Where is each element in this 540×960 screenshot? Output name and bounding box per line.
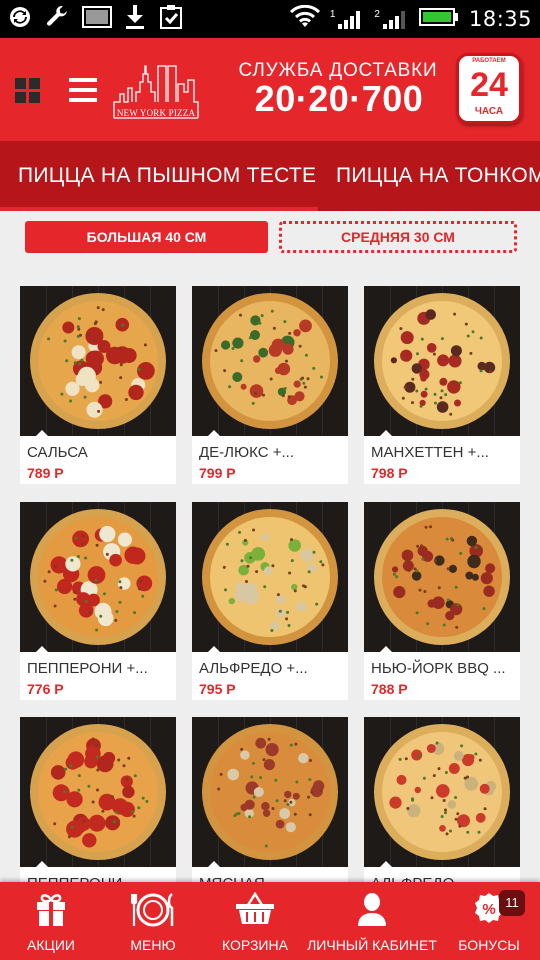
product-name: НЬЮ-ЙОРК BBQ ...	[371, 660, 506, 677]
pizza-photo	[20, 502, 176, 652]
size-large-button[interactable]: БОЛЬШАЯ 40 СМ	[25, 221, 268, 253]
bottom-navigation: АКЦИИ МЕНЮ КОРЗИНА ЛИЧНЫЙ КАБИНЕТ % БОНУ…	[0, 882, 540, 960]
nav-bonuses-label: БОНУСЫ	[458, 937, 520, 953]
clock: 18:35	[468, 7, 532, 31]
card-notch	[208, 646, 220, 652]
battery-icon	[418, 7, 459, 32]
product-card[interactable]: ПЕППЕРОНИ +... 776 Р	[20, 502, 176, 700]
24-hours-badge: РАБОТАЕМ 24 ЧАСА	[456, 53, 522, 124]
size-selector: БОЛЬШАЯ 40 СМ СРЕДНЯЯ 30 СМ	[0, 211, 540, 271]
nav-cart-label: КОРЗИНА	[222, 937, 288, 953]
plate-cutlery-icon	[130, 892, 175, 933]
pizza-photo	[364, 502, 520, 652]
card-notch	[36, 646, 48, 652]
image-icon	[82, 5, 112, 33]
wifi-icon	[289, 4, 320, 34]
product-price: 789 Р	[27, 465, 64, 481]
grid-view-icon[interactable]	[15, 78, 40, 103]
signal-1-icon: 1	[330, 9, 365, 29]
nav-cart[interactable]: КОРЗИНА	[204, 882, 306, 960]
card-notch	[36, 861, 48, 867]
pizza-photo	[364, 717, 520, 867]
product-card[interactable]: ДЕ-ЛЮКС +... 799 Р	[192, 286, 348, 484]
pizza-photo	[192, 717, 348, 867]
product-price: 795 Р	[199, 681, 236, 697]
product-name: АЛЬФРЕДО +...	[199, 660, 308, 677]
card-notch	[380, 430, 392, 436]
badge-number: 24	[470, 66, 508, 104]
product-price: 798 Р	[371, 465, 408, 481]
product-name: ПЕППЕРОНИ +...	[27, 660, 148, 677]
size-medium-button[interactable]: СРЕДНЯЯ 30 СМ	[279, 221, 517, 253]
svg-text:%: %	[482, 901, 495, 918]
tab-fluffy-dough[interactable]: ПИЦЦА НА ПЫШНОМ ТЕСТЕ	[18, 141, 316, 211]
nav-promotions[interactable]: АКЦИИ	[0, 882, 102, 960]
sync-icon	[8, 5, 32, 34]
badge-label: ЧАСА	[474, 106, 504, 117]
badge-top-text: РАБОТАЕМ	[472, 58, 506, 64]
product-price: 799 Р	[199, 465, 236, 481]
app-header: NEW YORK PIZZA СЛУЖБА ДОСТАВКИ 20·20·700…	[0, 38, 540, 141]
product-price: 788 Р	[371, 681, 408, 697]
card-notch	[208, 430, 220, 436]
nav-account[interactable]: ЛИЧНЫЙ КАБИНЕТ	[306, 882, 438, 960]
clipboard-check-icon	[158, 4, 184, 35]
signal-2-label: 2	[374, 9, 380, 20]
product-name: МАНХЕТТЕН +...	[371, 444, 489, 461]
hamburger-menu-icon[interactable]	[69, 78, 97, 102]
product-card[interactable]: МАНХЕТТЕН +... 798 Р	[364, 286, 520, 484]
wrench-icon	[44, 4, 70, 35]
nav-promotions-label: АКЦИИ	[27, 937, 75, 953]
pizza-photo	[192, 286, 348, 436]
product-card[interactable]: НЬЮ-ЙОРК BBQ ... 788 Р	[364, 502, 520, 700]
tab-thin-dough[interactable]: ПИЦЦА НА ТОНКОМ	[336, 141, 540, 211]
product-price: 776 Р	[27, 681, 64, 697]
delivery-phone-number[interactable]: 20·20·700	[234, 78, 444, 120]
gift-icon	[35, 892, 67, 933]
card-notch	[380, 861, 392, 867]
user-icon	[357, 892, 387, 933]
pizza-photo	[20, 286, 176, 436]
pizza-photo	[20, 717, 176, 867]
card-notch	[36, 430, 48, 436]
status-bar: 1 2 18:35	[0, 0, 540, 38]
signal-1-label: 1	[329, 9, 336, 20]
basket-icon	[235, 891, 275, 931]
bonus-count-badge: 11	[499, 890, 525, 916]
pizza-photo	[192, 502, 348, 652]
logo-text: NEW YORK PIZZA	[116, 108, 196, 118]
product-card[interactable]: САЛЬСА 789 Р	[20, 286, 176, 484]
product-name: САЛЬСА	[27, 444, 88, 461]
product-name: ДЕ-ЛЮКС +...	[199, 444, 294, 461]
card-notch	[208, 861, 220, 867]
signal-2-icon: 2	[374, 9, 409, 29]
nav-account-label: ЛИЧНЫЙ КАБИНЕТ	[307, 937, 437, 953]
category-tabs: ПИЦЦА НА ПЫШНОМ ТЕСТЕ ПИЦЦА НА ТОНКОМ	[0, 141, 540, 211]
card-notch	[380, 646, 392, 652]
download-icon	[124, 4, 146, 35]
pizza-photo	[364, 286, 520, 436]
nav-menu-label: МЕНЮ	[130, 937, 176, 953]
product-card[interactable]: АЛЬФРЕДО +... 795 Р	[192, 502, 348, 700]
nav-menu[interactable]: МЕНЮ	[102, 882, 204, 960]
